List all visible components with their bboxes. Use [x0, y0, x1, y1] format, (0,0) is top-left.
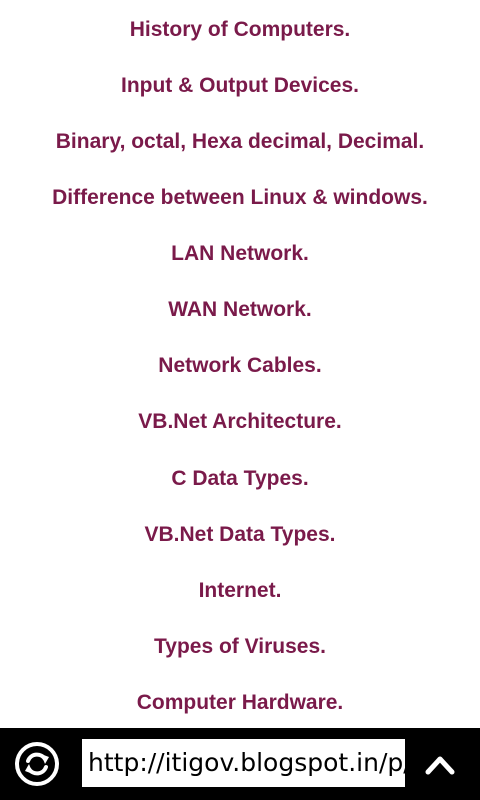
link-wan-network[interactable]: WAN Network.	[0, 297, 480, 323]
link-input-output-devices[interactable]: Input & Output Devices.	[0, 73, 480, 99]
link-c-data-types[interactable]: C Data Types.	[0, 466, 480, 492]
url-field[interactable]: http://itigov.blogspot.in/p/	[82, 739, 405, 787]
link-types-of-viruses[interactable]: Types of Viruses.	[0, 634, 480, 660]
link-linux-vs-windows[interactable]: Difference between Linux & windows.	[0, 185, 480, 211]
link-network-cables[interactable]: Network Cables.	[0, 353, 480, 379]
link-vbnet-architecture[interactable]: VB.Net Architecture.	[0, 409, 480, 435]
link-internet[interactable]: Internet.	[0, 578, 480, 604]
refresh-button[interactable]	[14, 741, 60, 787]
browser-toolbar: http://itigov.blogspot.in/p/	[0, 728, 480, 800]
link-vbnet-data-types[interactable]: VB.Net Data Types.	[0, 522, 480, 548]
scroll-up-button[interactable]	[420, 746, 460, 782]
link-history-of-computers[interactable]: History of Computers.	[0, 17, 480, 43]
link-lan-network[interactable]: LAN Network.	[0, 241, 480, 267]
link-number-systems[interactable]: Binary, octal, Hexa decimal, Decimal.	[0, 129, 480, 155]
chevron-up-icon	[425, 756, 455, 775]
link-computer-hardware[interactable]: Computer Hardware.	[0, 690, 480, 716]
refresh-icon	[15, 742, 59, 786]
page-content: History of Computers. Input & Output Dev…	[0, 0, 480, 728]
